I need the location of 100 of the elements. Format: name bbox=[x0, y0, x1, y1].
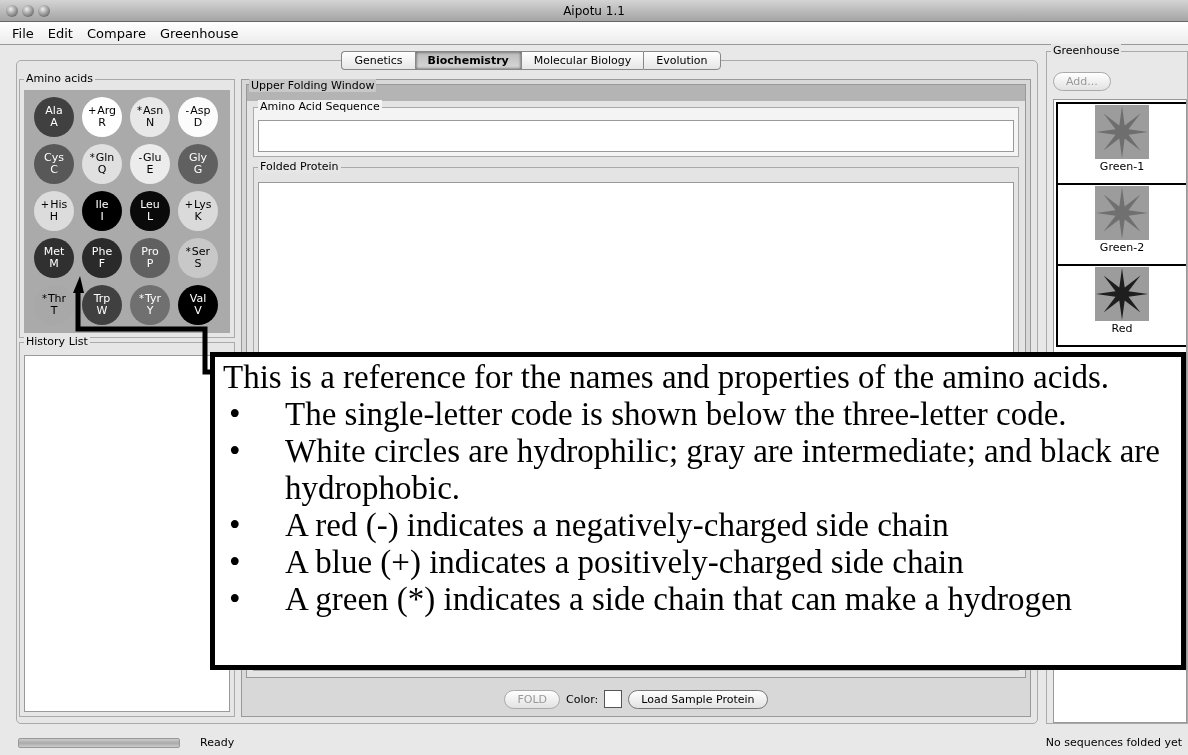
group-title: Greenhouse bbox=[1051, 44, 1122, 57]
amino-acid-circle[interactable]: Met M bbox=[34, 238, 74, 278]
callout-text: A red (-) indicates a negatively-charged side chain bbox=[285, 507, 950, 544]
tab[interactable]: Molecular Biology bbox=[520, 51, 644, 70]
callout-text: A blue (+) indicates a positively-charged side chain bbox=[285, 544, 965, 581]
one-letter-code: R bbox=[98, 117, 106, 129]
amino-acid-circle[interactable]: *Ser S bbox=[178, 238, 218, 278]
callout-text: White circles are hydrophilic; gray are intermediate; and black are hydrophobic. bbox=[285, 433, 1161, 507]
group-title: Folded Protein bbox=[258, 160, 341, 173]
charge-mark: + bbox=[40, 199, 50, 211]
amino-acid-circle[interactable]: Pro P bbox=[130, 238, 170, 278]
amino-acid-circle[interactable]: *Tyr Y bbox=[130, 285, 170, 325]
one-letter-code: N bbox=[145, 117, 155, 129]
group-title: Amino acids bbox=[24, 72, 96, 85]
one-letter-code: Q bbox=[97, 164, 107, 176]
three-letter-code: Leu bbox=[140, 199, 160, 211]
charge-mark: * bbox=[185, 246, 191, 258]
organism-name: Green-2 bbox=[1099, 241, 1145, 254]
panel-title: Upper Folding Window bbox=[249, 79, 377, 92]
three-letter-code: Trp bbox=[93, 293, 111, 305]
three-letter-code: Thr bbox=[47, 293, 67, 305]
bullet: • bbox=[228, 396, 242, 433]
amino-acid-circle[interactable]: Leu L bbox=[130, 191, 170, 231]
status-text: Ready bbox=[200, 736, 236, 749]
three-letter-code: Asn bbox=[142, 105, 164, 117]
amino-acid-circle[interactable]: Cys C bbox=[34, 144, 74, 184]
one-letter-code: D bbox=[193, 117, 203, 129]
tab[interactable]: Evolution bbox=[643, 51, 721, 70]
three-letter-code: His bbox=[50, 199, 68, 211]
menu-item[interactable]: Compare bbox=[80, 25, 152, 41]
three-letter-code: Arg bbox=[97, 105, 117, 117]
one-letter-code: S bbox=[194, 258, 202, 270]
amino-acid-circle[interactable]: +Arg R bbox=[82, 97, 122, 137]
amino-acid-circle[interactable]: Val V bbox=[178, 285, 218, 325]
organism-name: Red bbox=[1111, 322, 1133, 335]
amino-acid-circle[interactable]: *Asn N bbox=[130, 97, 170, 137]
amino-acid-circle[interactable]: +His H bbox=[34, 191, 74, 231]
three-letter-code: Ile bbox=[95, 199, 109, 211]
amino-acid-circle[interactable]: Gly G bbox=[178, 144, 218, 184]
charge-mark: + bbox=[184, 199, 193, 211]
status-text: No sequences folded yet bbox=[1045, 736, 1182, 749]
menu-item[interactable]: File bbox=[6, 25, 40, 41]
one-letter-code: H bbox=[49, 211, 59, 223]
bullet: • bbox=[228, 507, 242, 544]
window-title: Aipotu 1.1 bbox=[563, 3, 625, 18]
one-letter-code: V bbox=[194, 305, 202, 317]
one-letter-code: A bbox=[50, 117, 58, 129]
group-title: Amino Acid Sequence bbox=[258, 100, 382, 113]
three-letter-code: Tyr bbox=[144, 293, 161, 305]
color-swatch[interactable] bbox=[604, 690, 623, 708]
menu-item[interactable]: Edit bbox=[41, 25, 79, 41]
tab[interactable]: Genetics bbox=[341, 51, 415, 70]
callout-text: This is a reference for the names and properties of the amino acids. bbox=[223, 359, 1111, 396]
amino-acid-circle[interactable]: Ala A bbox=[34, 97, 74, 137]
load-sample-button[interactable]: Load Sample Protein bbox=[628, 689, 768, 709]
bullet: • bbox=[228, 433, 242, 471]
window-control-button[interactable] bbox=[22, 4, 34, 17]
one-letter-code: T bbox=[50, 305, 58, 317]
three-letter-code: Met bbox=[43, 246, 65, 258]
one-letter-code: I bbox=[100, 211, 104, 223]
amino-acid-circle[interactable]: +Lys K bbox=[178, 191, 218, 231]
three-letter-code: Glu bbox=[143, 152, 162, 164]
one-letter-code: K bbox=[194, 211, 202, 223]
organism-card[interactable]: Red bbox=[1056, 264, 1186, 347]
three-letter-code: Phe bbox=[91, 246, 113, 258]
one-letter-code: F bbox=[98, 258, 106, 270]
window-control-button[interactable] bbox=[6, 4, 18, 17]
group-title: History List bbox=[24, 335, 90, 348]
amino-acid-circle[interactable]: Trp W bbox=[82, 285, 122, 325]
charge-mark: - bbox=[185, 105, 190, 117]
one-letter-code: C bbox=[50, 164, 58, 176]
amino-acid-circle[interactable]: *Gln Q bbox=[82, 144, 122, 184]
one-letter-code: P bbox=[146, 258, 154, 270]
three-letter-code: Asp bbox=[190, 105, 211, 117]
one-letter-code: L bbox=[146, 211, 154, 223]
amino-acid-circle[interactable]: Ile I bbox=[82, 191, 122, 231]
organism-card[interactable]: Green-1 bbox=[1056, 102, 1186, 185]
three-letter-code: Gly bbox=[188, 152, 208, 164]
three-letter-code: Lys bbox=[194, 199, 212, 211]
sequence-input-field[interactable] bbox=[258, 120, 1014, 152]
three-letter-code: Pro bbox=[141, 246, 159, 258]
one-letter-code: W bbox=[96, 305, 108, 317]
one-letter-code: E bbox=[146, 164, 154, 176]
callout-text: The single-letter code is shown below the three-letter code. bbox=[285, 396, 1068, 433]
amino-acid-circle[interactable]: -Asp D bbox=[178, 97, 218, 137]
window-control-button[interactable] bbox=[38, 4, 50, 17]
menu-item[interactable]: Greenhouse bbox=[153, 25, 245, 41]
bullet: • bbox=[228, 581, 242, 618]
star-icon bbox=[1095, 105, 1149, 159]
one-letter-code: Y bbox=[146, 305, 154, 317]
tab[interactable]: Biochemistry bbox=[414, 51, 521, 70]
amino-acid-circle[interactable]: Phe F bbox=[82, 238, 122, 278]
charge-mark: + bbox=[87, 105, 97, 117]
color-label: Color: bbox=[566, 692, 599, 706]
charge-mark: * bbox=[138, 293, 144, 305]
charge-mark: * bbox=[89, 152, 95, 164]
amino-acid-circle[interactable]: -Glu E bbox=[130, 144, 170, 184]
three-letter-code: Cys bbox=[44, 152, 64, 164]
star-icon bbox=[1095, 267, 1149, 321]
three-letter-code: Val bbox=[189, 293, 207, 305]
